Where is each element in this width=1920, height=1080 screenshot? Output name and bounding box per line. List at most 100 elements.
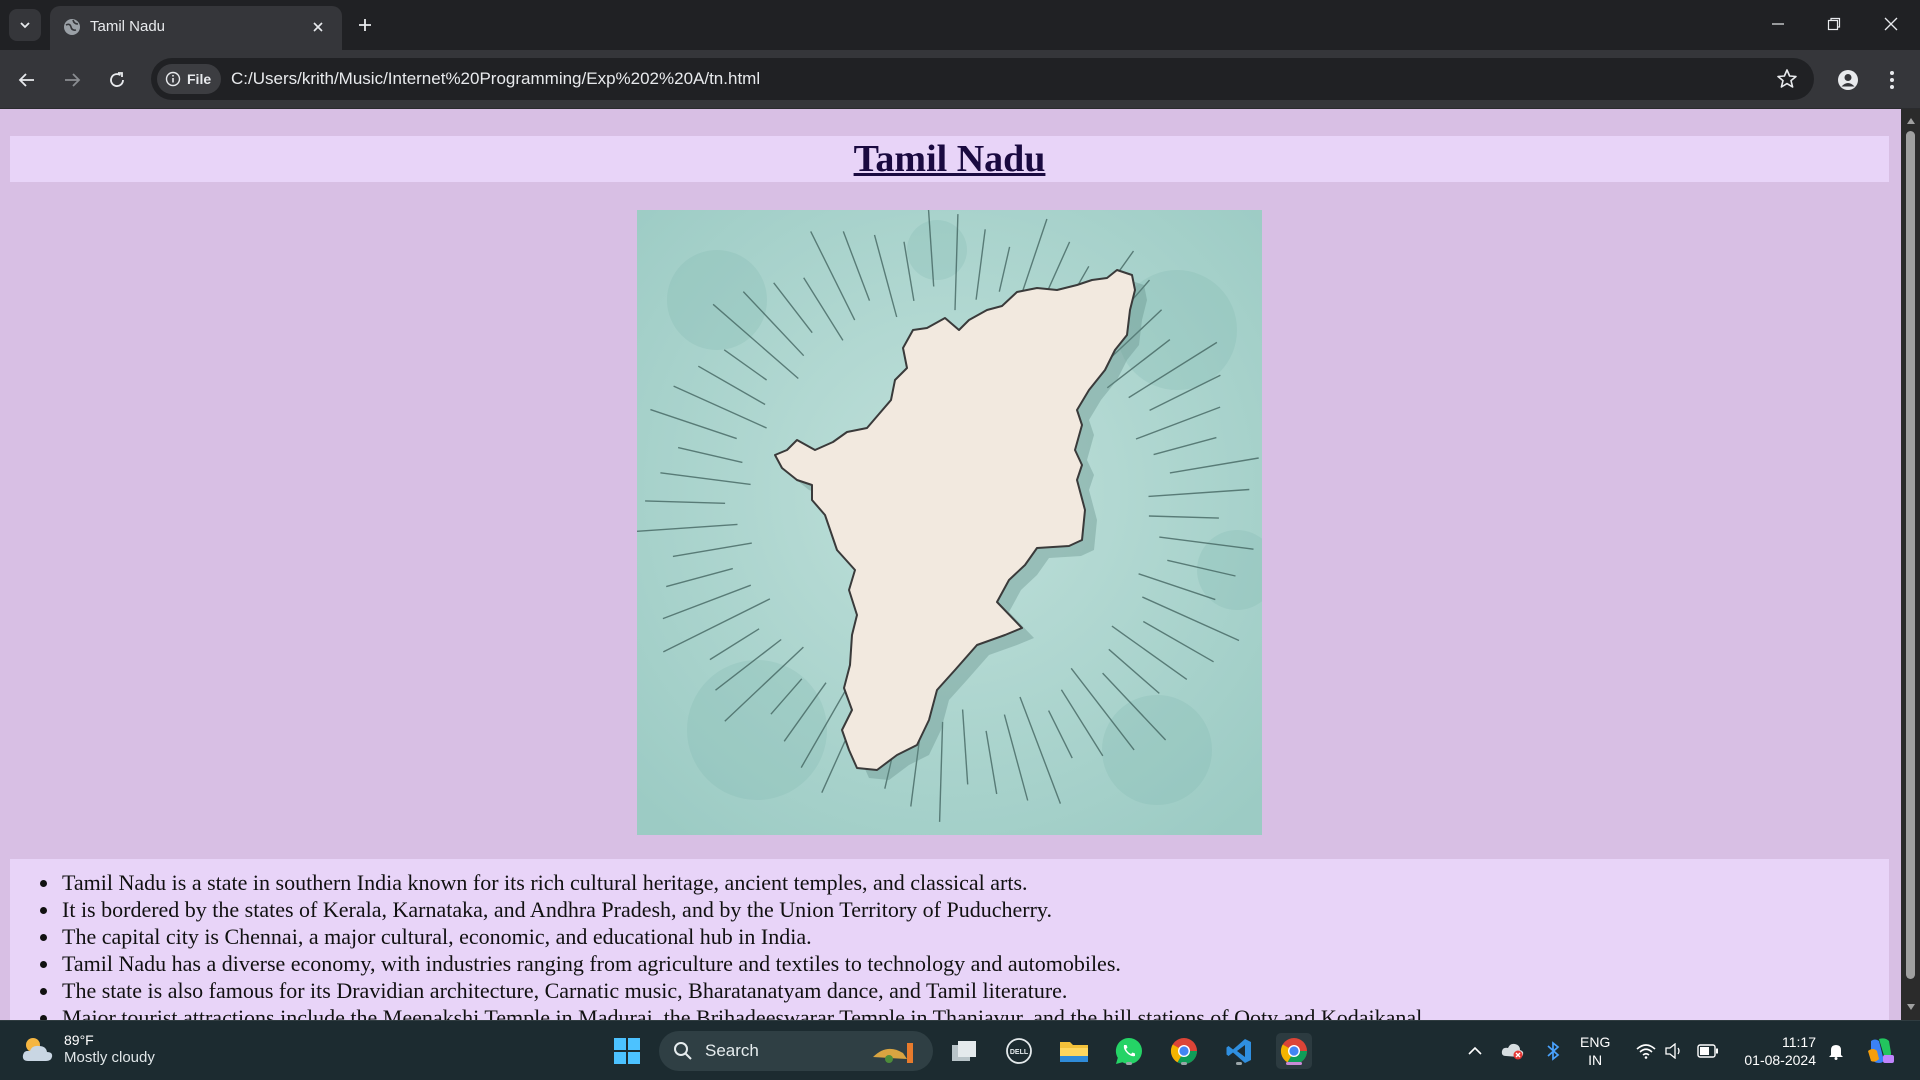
list-item: The state is also famous for its Dravidi… — [60, 977, 1889, 1004]
close-icon — [1884, 17, 1898, 31]
show-hidden-icons-button[interactable] — [1461, 1021, 1489, 1080]
url-text[interactable]: C:/Users/krith/Music/Internet%20Programm… — [231, 69, 760, 89]
list-item: Tamil Nadu is a state in southern India … — [60, 869, 1889, 896]
dell-icon: DELL — [1006, 1038, 1032, 1064]
restore-icon — [1827, 17, 1841, 31]
forward-button[interactable] — [56, 64, 88, 96]
language-code: ENG — [1580, 1034, 1611, 1050]
new-tab-button[interactable] — [352, 12, 378, 38]
search-label: Search — [705, 1041, 759, 1060]
wifi-button[interactable] — [1634, 1021, 1658, 1080]
battery-button[interactable] — [1694, 1021, 1722, 1080]
info-icon — [165, 71, 181, 87]
windows-taskbar: 89°F Mostly cloudy Search DELL ENG IN 11… — [0, 1020, 1920, 1080]
site-info-chip[interactable]: File — [157, 64, 222, 94]
list-item: It is bordered by the states of Kerala, … — [60, 896, 1889, 923]
arrow-left-icon — [18, 73, 34, 87]
address-bar[interactable]: File C:/Users/krith/Music/Internet%20Pro… — [151, 58, 1814, 100]
active-indicator — [1286, 1062, 1302, 1065]
tab-close-button[interactable] — [308, 17, 328, 37]
taskbar-search-box[interactable]: Search — [659, 1031, 933, 1071]
browser-toolbar: File C:/Users/krith/Music/Internet%20Pro… — [0, 50, 1920, 109]
copilot-icon — [1868, 1038, 1894, 1063]
globe-icon — [64, 19, 80, 35]
weather-widget[interactable]: 89°F Mostly cloudy — [20, 1031, 155, 1067]
clock-time: 11:17 — [1782, 1034, 1816, 1050]
weather-condition: Mostly cloudy — [64, 1049, 155, 1066]
running-indicator — [1236, 1062, 1242, 1065]
profile-button[interactable] — [1832, 64, 1864, 96]
more-vertical-icon — [1890, 71, 1894, 89]
page-title: Tamil Nadu — [853, 138, 1046, 180]
scroll-down-arrow-icon — [1906, 1004, 1915, 1010]
start-button[interactable] — [609, 1033, 645, 1069]
map-illustration — [637, 210, 1262, 835]
search-icon — [674, 1042, 692, 1060]
file-explorer-button[interactable] — [1056, 1033, 1092, 1069]
running-indicator — [1181, 1062, 1187, 1065]
svg-text:DELL: DELL — [1010, 1049, 1029, 1056]
region-code: IN — [1588, 1052, 1603, 1068]
file-explorer-icon — [1060, 1042, 1088, 1062]
list-item: The capital city is Chennai, a major cul… — [60, 923, 1889, 950]
list-item: Tamil Nadu has a diverse economy, with i… — [60, 950, 1889, 977]
minimize-button[interactable] — [1758, 8, 1798, 40]
tab-strip: Tamil Nadu — [0, 0, 1920, 50]
list-item: Major tourist attractions include the Me… — [60, 1004, 1889, 1020]
search-highlight-icon — [873, 1043, 913, 1063]
bookmark-star-icon[interactable] — [1776, 68, 1798, 90]
partly-cloudy-icon — [22, 1038, 53, 1061]
notifications-button[interactable] — [1824, 1021, 1848, 1080]
weather-temperature: 89°F — [64, 1032, 94, 1048]
reload-icon — [110, 72, 124, 87]
task-view-button[interactable] — [946, 1033, 982, 1069]
windows-start-icon — [614, 1038, 640, 1064]
task-view-icon — [952, 1041, 976, 1061]
vscode-icon — [1226, 1039, 1251, 1063]
plus-icon — [359, 19, 371, 31]
bluetooth-icon — [1547, 1041, 1560, 1061]
minimize-icon — [1772, 23, 1784, 25]
chrome-button[interactable] — [1166, 1033, 1202, 1069]
chrome-profile-button[interactable] — [1276, 1033, 1312, 1069]
cloud-error-icon — [1501, 1043, 1524, 1060]
reload-button[interactable] — [101, 64, 133, 96]
volume-button[interactable] — [1662, 1021, 1686, 1080]
vscode-button[interactable] — [1221, 1033, 1257, 1069]
tamil-nadu-map-image — [637, 210, 1262, 835]
scrollbar-thumb[interactable] — [1906, 131, 1915, 979]
chevron-up-icon — [1468, 1046, 1482, 1055]
whatsapp-button[interactable] — [1111, 1033, 1147, 1069]
running-indicator — [1126, 1062, 1132, 1065]
bluetooth-button[interactable] — [1540, 1021, 1566, 1080]
close-window-button[interactable] — [1871, 8, 1911, 40]
close-icon — [313, 22, 323, 32]
dell-app-button[interactable]: DELL — [1001, 1033, 1037, 1069]
tab-search-button[interactable] — [9, 9, 41, 41]
restore-button[interactable] — [1814, 8, 1854, 40]
system-clock[interactable]: 11:17 01-08-2024 — [1738, 1033, 1816, 1069]
battery-icon — [1697, 1044, 1718, 1058]
facts-list: Tamil Nadu is a state in southern India … — [60, 869, 1889, 1020]
copilot-button[interactable] — [1862, 1021, 1898, 1080]
scroll-up-arrow-icon — [1906, 118, 1915, 124]
profile-icon — [1838, 70, 1858, 90]
file-label: File — [187, 71, 212, 87]
input-language-indicator[interactable]: ENG IN — [1580, 1033, 1610, 1069]
back-button[interactable] — [11, 64, 43, 96]
arrow-right-icon — [65, 73, 81, 87]
chevron-down-icon — [20, 22, 30, 29]
page-viewport: Tamil Nadu Tamil Nadu is a state in sout… — [0, 109, 1901, 1020]
bell-icon — [1829, 1045, 1843, 1060]
scroll-up-button[interactable] — [1901, 113, 1920, 129]
clock-date: 01-08-2024 — [1744, 1052, 1816, 1068]
onedrive-status-button[interactable] — [1499, 1021, 1527, 1080]
active-tab[interactable]: Tamil Nadu — [50, 6, 342, 50]
tab-title: Tamil Nadu — [90, 18, 166, 35]
browser-menu-button[interactable] — [1876, 64, 1908, 96]
page-heading-band: Tamil Nadu — [10, 136, 1889, 182]
scroll-down-button[interactable] — [1901, 999, 1920, 1015]
speaker-icon — [1665, 1043, 1680, 1059]
wifi-icon — [1636, 1044, 1656, 1059]
vertical-scrollbar[interactable] — [1901, 109, 1920, 1020]
